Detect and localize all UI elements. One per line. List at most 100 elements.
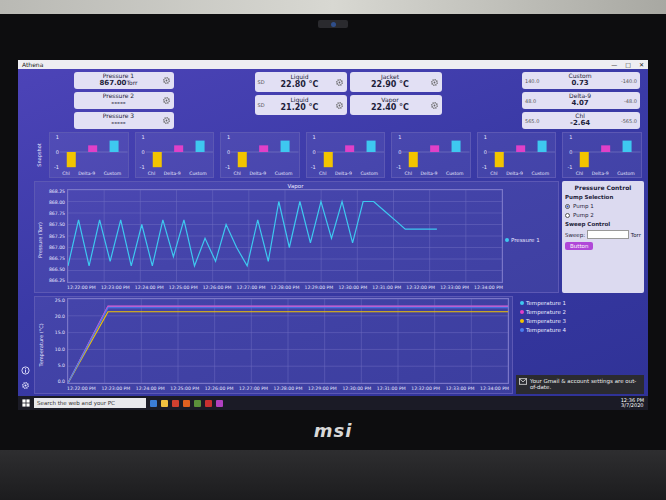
snapshot-bar <box>67 152 76 167</box>
window-control-button[interactable]: □ <box>625 62 631 68</box>
snapshot-labels: ChlDelta-9Custom <box>563 171 641 177</box>
bezel-top <box>0 14 666 60</box>
card-label: Custom <box>569 73 592 80</box>
custom-readouts: 140.0 Custom 0.73 -140.048.0 Delta-9 4.0… <box>522 72 640 129</box>
gear-icon[interactable] <box>162 76 171 85</box>
panel-title: Pressure Control <box>565 184 641 191</box>
card-min: 565.0 <box>525 118 539 124</box>
custom-card: 565.0 Chl -2.64 -565.0 <box>522 112 640 129</box>
gear-icon[interactable] <box>21 381 30 390</box>
snapshot-bar <box>281 141 290 152</box>
card-value: -2.64 <box>570 120 590 128</box>
folder-icon[interactable] <box>161 400 168 407</box>
chart-legend: Pressure 1 <box>505 189 555 291</box>
snapshot-bar <box>602 145 611 152</box>
radio-icon[interactable] <box>565 204 570 209</box>
legend-item[interactable]: Temperature 2 <box>520 309 644 315</box>
snapshot-row: Snapshot 10-1 ChlDelta-9Custom10-1 ChlDe… <box>34 132 644 178</box>
snapshot-ticks: 10-1 <box>307 133 317 171</box>
pressure-card: Pressure 2 ----- <box>74 92 174 109</box>
card-value: ----- <box>111 120 126 128</box>
sweep-field[interactable] <box>587 230 629 239</box>
webcam-icon <box>318 20 348 28</box>
pressure-readouts: Pressure 1 867.00Torr Pressure 2 ----- P… <box>74 72 174 129</box>
x-axis-ticks: 12:22:00 PM12:23:00 PM12:24:00 PM12:25:0… <box>67 283 503 291</box>
backdrop <box>0 0 666 14</box>
chart-legend: Temperature 1 Temperature 2 Temperature 3 T… <box>516 296 644 333</box>
app-icon[interactable] <box>172 400 179 407</box>
window-control-button[interactable]: — <box>611 62 617 68</box>
window-title: Athena <box>22 61 43 68</box>
card-min: 48.0 <box>525 98 536 104</box>
task-view-icon[interactable] <box>150 400 157 407</box>
athena-app-icon[interactable] <box>205 400 212 407</box>
card-max: -140.0 <box>621 78 637 84</box>
system-tray[interactable]: 12:36 PM 3/7/2020 <box>621 398 644 409</box>
snapshot-bar <box>110 141 119 152</box>
temperature-section: Temperature (°C) 25.020.015.010.05.00.0 … <box>34 296 644 394</box>
temperature-chart: Temperature (°C) 25.020.015.010.05.00.0 … <box>34 296 513 394</box>
y-axis-label: Pressure (Torr) <box>36 189 45 291</box>
title-bar: Athena — □ ✕ <box>18 60 648 69</box>
snapshot-bar <box>174 145 183 152</box>
snapshot-labels: ChlDelta-9Custom <box>478 171 556 177</box>
snapshot-bar <box>88 145 97 152</box>
y-axis-ticks: 25.020.015.010.05.00.0 <box>47 298 65 392</box>
gear-icon[interactable] <box>335 78 344 87</box>
gear-icon[interactable] <box>430 101 439 110</box>
photo-scene: Athena — □ ✕ Pressure 1 867.00Torr Pressur… <box>0 0 666 500</box>
sweep-button[interactable]: Button <box>565 242 593 250</box>
radio-icon[interactable] <box>565 213 570 218</box>
legend-item[interactable]: Temperature 3 <box>520 318 644 324</box>
side-strip <box>18 72 32 394</box>
snapshot-ticks: 10-1 <box>563 133 573 171</box>
snapshot-bar <box>323 152 332 167</box>
x-axis-ticks: 12:22:00 PM12:23:00 PM12:24:00 PM12:25:0… <box>67 384 509 392</box>
snapshot-bar <box>623 141 632 152</box>
card-label: Vapor <box>381 97 398 104</box>
snapshot-bar <box>259 145 268 152</box>
brand-logo: msi <box>314 420 353 441</box>
window-controls: — □ ✕ <box>611 62 644 68</box>
pump-radio[interactable]: Pump 1 <box>565 203 641 209</box>
gear-icon[interactable] <box>162 96 171 105</box>
screen: Athena — □ ✕ Pressure 1 867.00Torr Pressur… <box>18 60 648 410</box>
app-icon[interactable] <box>216 400 223 407</box>
snapshot-bar <box>152 152 161 167</box>
snapshot-bar <box>580 152 589 167</box>
gear-icon[interactable] <box>335 101 344 110</box>
gear-icon[interactable] <box>162 116 171 125</box>
search-box[interactable]: Search the web and your PC <box>34 398 146 408</box>
app-icon[interactable] <box>194 400 201 407</box>
card-label: Pressure 2 <box>103 93 134 100</box>
card-label: Liquid <box>290 97 308 104</box>
pump-selection-label: Pump Selection <box>565 194 641 200</box>
snapshot-chart: 10-1 ChlDelta-9Custom <box>220 132 300 178</box>
card-value: ----- <box>111 100 126 108</box>
card-tag: SD <box>258 79 265 85</box>
snapshot-plot <box>60 133 128 171</box>
bezel-bottom: msi <box>0 410 666 450</box>
pump-radio[interactable]: Pump 2 <box>565 212 641 218</box>
snapshot-chart: 10-1 ChlDelta-9Custom <box>477 132 557 178</box>
keyboard-deck <box>0 450 666 500</box>
series-line <box>68 312 508 383</box>
firefox-icon[interactable] <box>183 400 190 407</box>
windows-logo-icon[interactable] <box>22 399 30 407</box>
temperature-card: SD Liquid 21.20 °C <box>255 95 347 115</box>
snapshot-chart: 10-1 ChlDelta-9Custom <box>562 132 642 178</box>
card-value: 22.80 °C <box>281 81 319 90</box>
legend-item[interactable]: Pressure 1 <box>505 237 555 243</box>
legend-item[interactable]: Temperature 1 <box>520 300 644 306</box>
snapshot-ticks: 10-1 <box>392 133 402 171</box>
card-label: Liquid <box>290 74 308 81</box>
legend-item[interactable]: Temperature 4 <box>520 327 644 333</box>
sweep-row: Sweep: Torr <box>565 230 641 239</box>
temperature-readouts: SD Liquid 22.80 °C Jacket 22.90 °C SD Li… <box>255 72 442 115</box>
series-line <box>68 308 508 383</box>
notification-toast[interactable]: Your Gmail & account settings are out-of… <box>516 375 644 394</box>
info-icon[interactable] <box>21 366 30 375</box>
custom-card: 140.0 Custom 0.73 -140.0 <box>522 72 640 89</box>
gear-icon[interactable] <box>430 78 439 87</box>
window-control-button[interactable]: ✕ <box>639 62 644 68</box>
